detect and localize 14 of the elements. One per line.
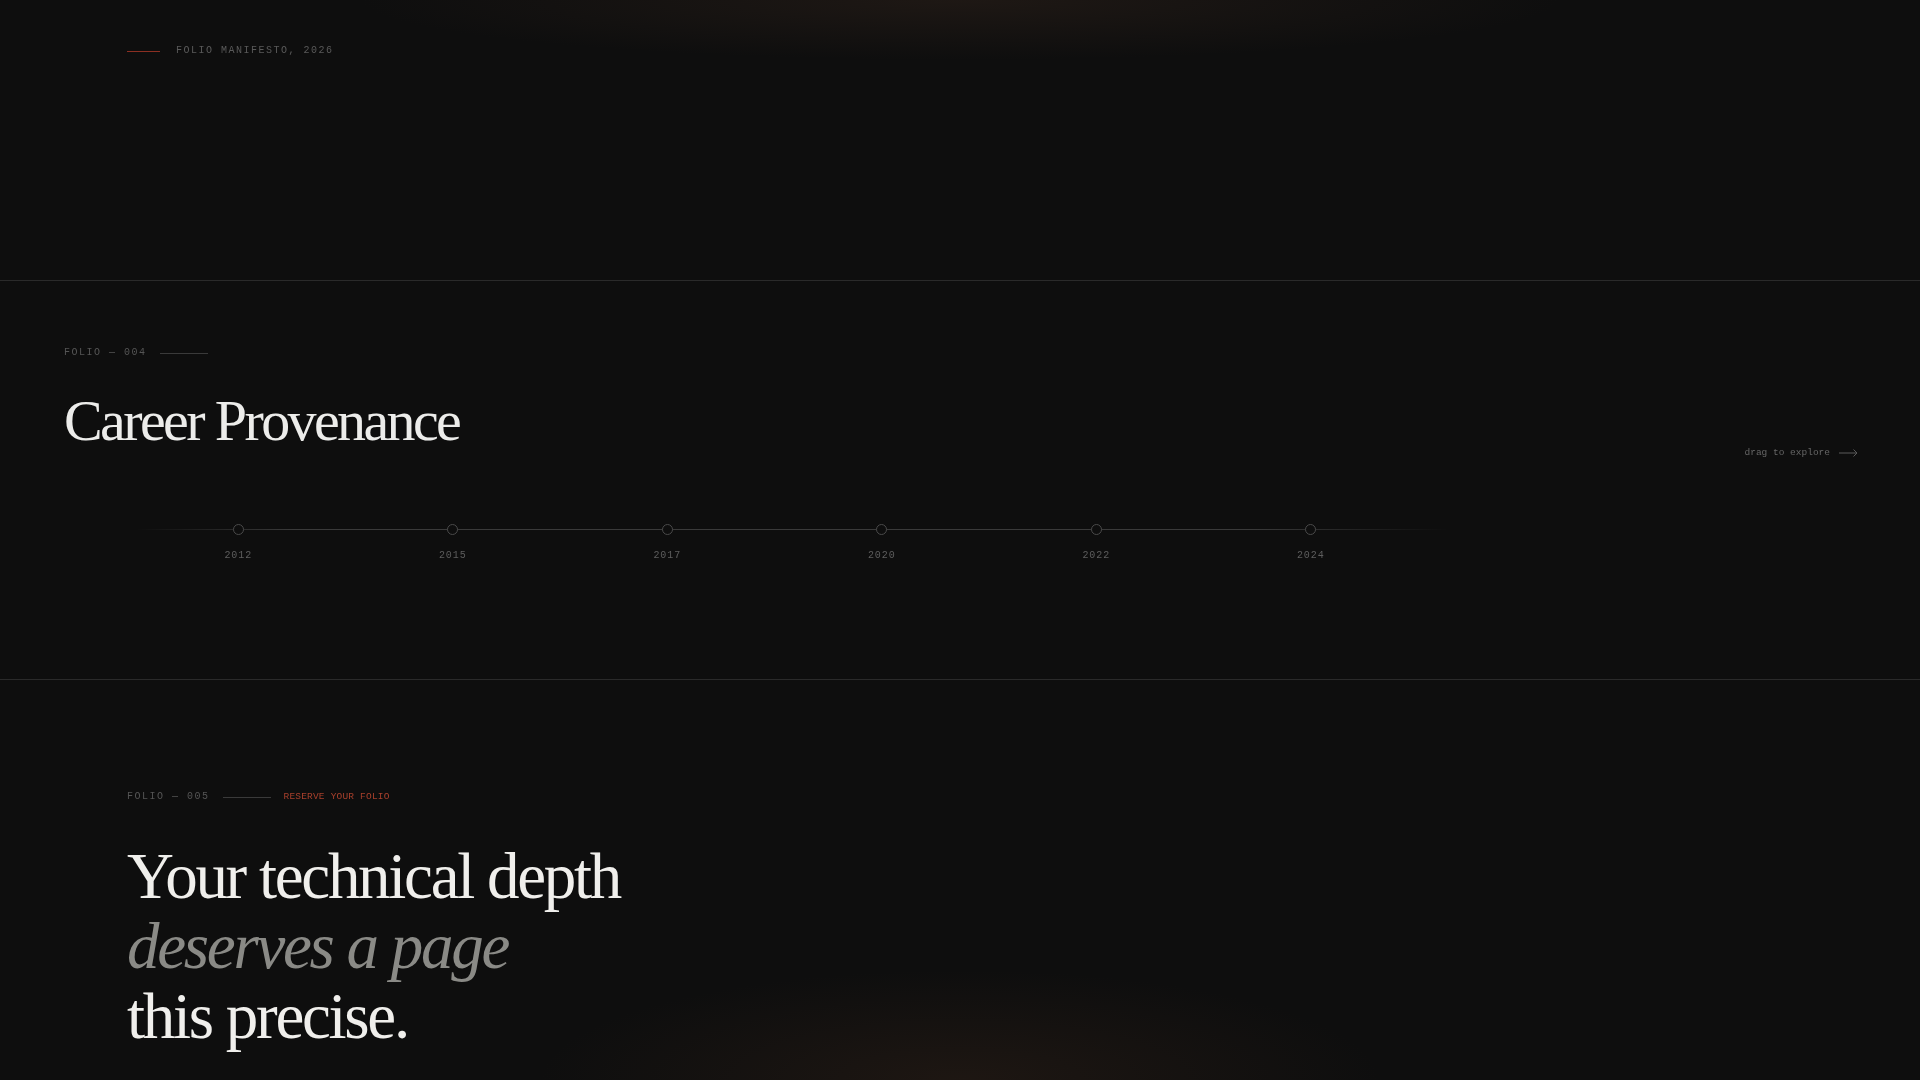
timeline-year: 2020 <box>867 550 896 562</box>
arrow-right-icon <box>1839 449 1858 457</box>
timeline-year: 2015 <box>438 550 467 562</box>
section-label: FOLIO MANIFESTO, 2026 <box>176 45 334 57</box>
drag-hint: drag to explore <box>1744 447 1830 459</box>
section-title: Career Provenance <box>64 392 460 450</box>
timeline-year: 2012 <box>224 550 253 562</box>
timeline-year: 2022 <box>1082 550 1111 562</box>
headline: Your technical depth deserves a page this precise. <box>127 841 622 1051</box>
section-label: FOLIO — 005 <box>127 791 210 803</box>
section-label: FOLIO — 004 <box>64 347 147 359</box>
timeline-year: 2017 <box>653 550 682 562</box>
section-tag: RESERVE YOUR FOLIO <box>283 791 390 803</box>
timeline-year: 2024 <box>1296 550 1325 562</box>
